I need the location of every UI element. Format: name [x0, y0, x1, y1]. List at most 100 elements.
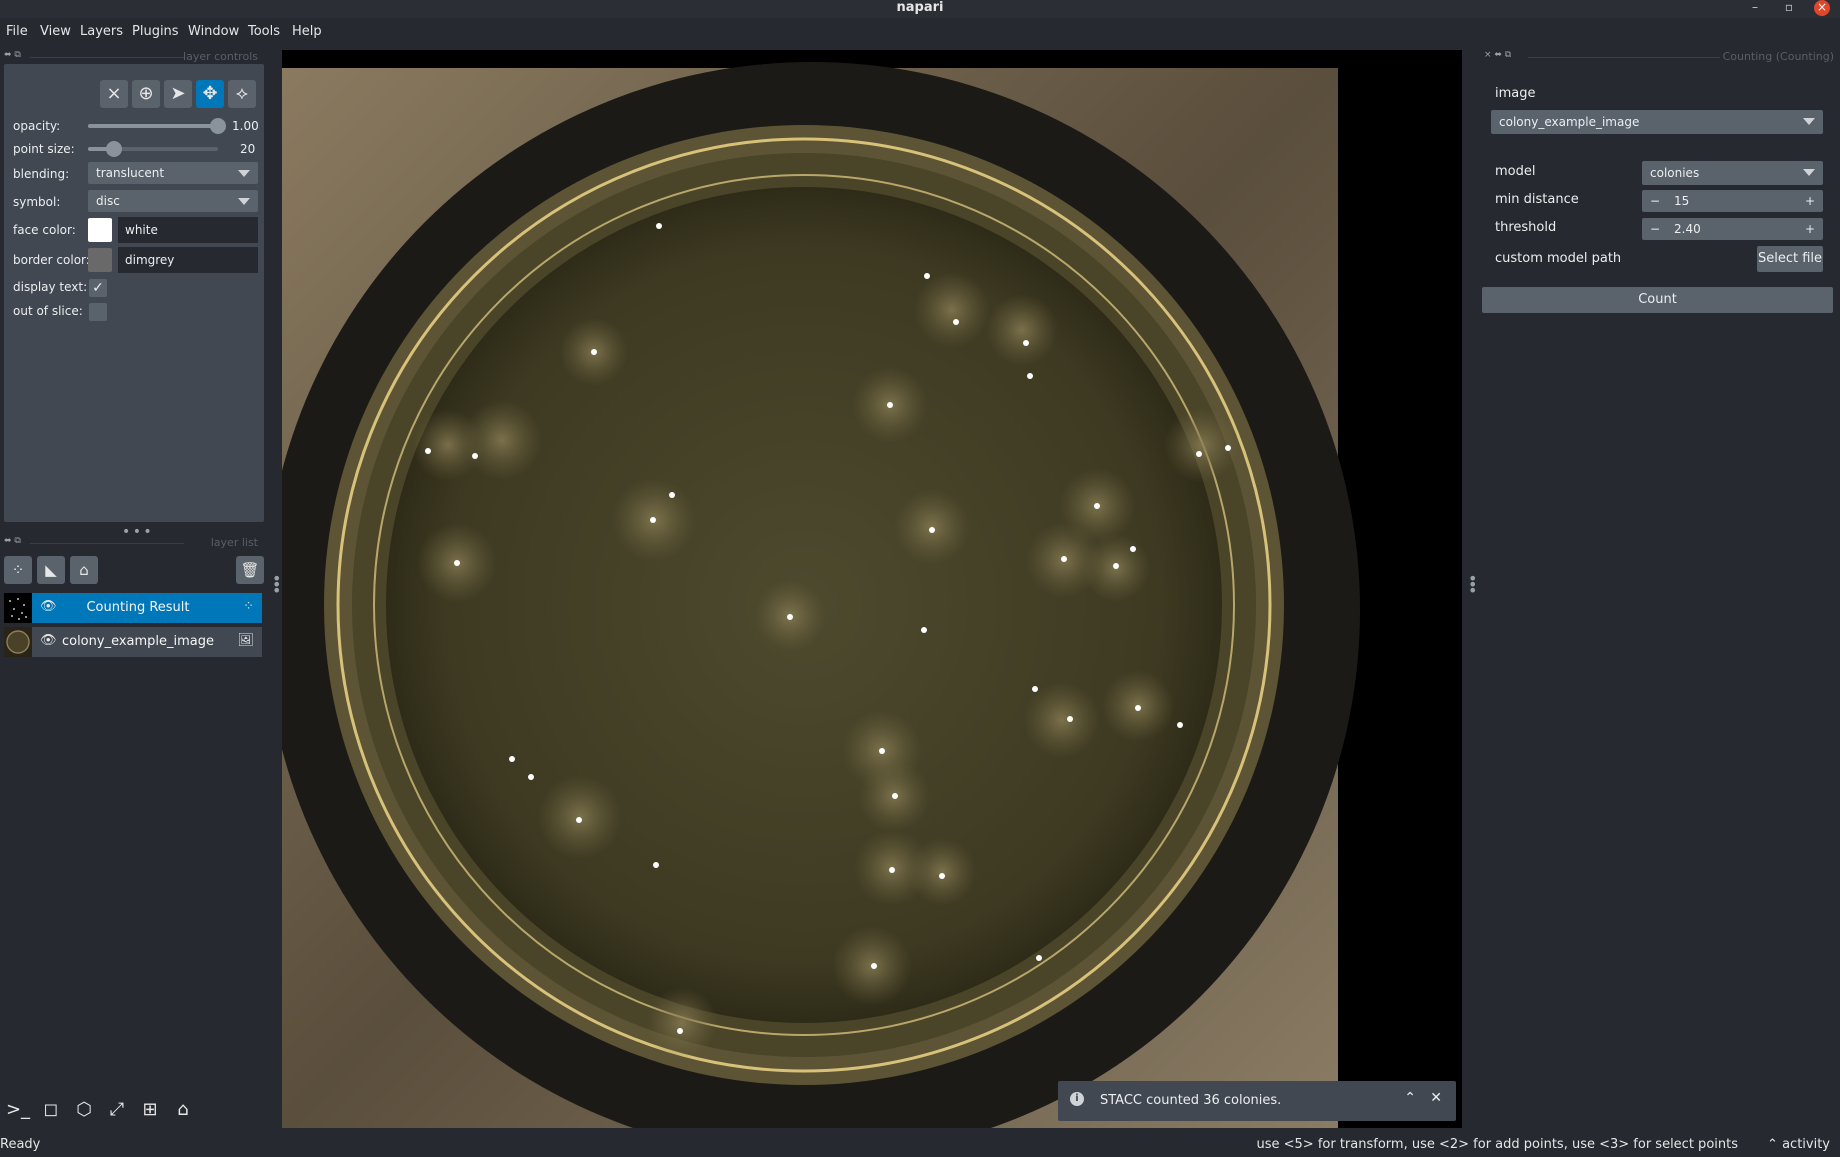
home-icon[interactable]: ⌂ [169, 1096, 197, 1124]
border-color-label: border color: [13, 253, 90, 267]
layer-name: colony_example_image [61, 634, 215, 649]
point-size-label: point size: [13, 142, 75, 156]
blending-select[interactable]: translucent [88, 162, 258, 184]
console-icon[interactable]: >_ [4, 1096, 32, 1124]
increment-button[interactable]: + [1805, 218, 1815, 240]
opacity-slider-handle[interactable] [210, 118, 226, 134]
out-of-slice-checkbox[interactable] [89, 303, 107, 321]
menu-bar: File View Layers Plugins Window Tools He… [0, 20, 1840, 46]
dock-close-icon[interactable]: × ⬌ ⧉ [1484, 50, 1511, 60]
model-label: model [1495, 164, 1536, 179]
image-select[interactable]: colony_example_image [1491, 110, 1823, 134]
layer-controls-title: layer controls [183, 50, 258, 63]
face-color-field[interactable]: white [118, 217, 258, 243]
point-size-slider[interactable] [88, 141, 218, 157]
counting-panel-title: Counting (Counting) [1722, 50, 1834, 63]
delete-layer-button[interactable]: 🗑 [236, 556, 264, 584]
dock-divider [30, 57, 184, 58]
layer-row-colony-image[interactable]: 👁 colony_example_image 🖼 [4, 627, 262, 657]
ndisplay-2d-icon[interactable]: ◻ [37, 1096, 65, 1124]
face-color-swatch[interactable] [88, 218, 112, 242]
min-distance-spinbox[interactable]: − 15 + [1642, 190, 1823, 212]
pan-zoom-button[interactable]: ✥ [196, 80, 224, 108]
opacity-label: opacity: [13, 119, 61, 133]
decrement-button[interactable]: − [1650, 190, 1660, 212]
notification-text: STACC counted 36 colonies. [1100, 1093, 1282, 1108]
custom-model-path-label: custom model path [1495, 251, 1622, 266]
point-size-slider-handle[interactable] [106, 141, 122, 157]
out-of-slice-label: out of slice: [13, 304, 83, 318]
decrement-button[interactable]: − [1650, 218, 1660, 240]
minimize-icon[interactable]: – [1746, 0, 1764, 16]
new-shapes-layer-button[interactable]: ◣ [37, 556, 65, 584]
layer-thumbnail [4, 627, 32, 657]
new-labels-layer-button[interactable]: ⌂ [70, 556, 98, 584]
symbol-select[interactable]: disc [88, 190, 258, 212]
increment-button[interactable]: + [1805, 190, 1815, 212]
counting-dock-header: × ⬌ ⧉ Counting (Counting) [1480, 50, 1840, 64]
opacity-slider[interactable] [88, 118, 226, 134]
chevron-down-icon [238, 170, 250, 177]
point-size-value: 20 [240, 142, 256, 156]
threshold-label: threshold [1495, 220, 1557, 235]
notification-toast: i STACC counted 36 colonies. ⌃ ✕ [1058, 1081, 1456, 1121]
close-window-icon[interactable]: × [1814, 0, 1830, 16]
layer-thumbnail [4, 593, 32, 623]
dock-divider [1528, 57, 1720, 58]
splitter-handle[interactable]: • • • [272, 571, 281, 599]
layer-row-counting-result[interactable]: 👁 Counting Result ⁘ [4, 593, 262, 623]
roll-dimensions-icon[interactable]: ⬡ [70, 1096, 98, 1124]
custom-model-path-field[interactable] [1642, 246, 1752, 272]
close-icon[interactable]: ✕ [1430, 1090, 1442, 1106]
layer-name: Counting Result [86, 600, 190, 615]
activity-label: activity [1782, 1137, 1830, 1152]
display-text-label: display text: [13, 280, 88, 294]
transform-button[interactable]: ⟡ [228, 80, 256, 108]
maximize-icon[interactable]: ▫ [1780, 0, 1798, 16]
new-points-layer-button[interactable]: ⁘ [4, 556, 32, 584]
model-select[interactable]: colonies [1642, 161, 1823, 185]
symbol-label: symbol: [13, 195, 61, 209]
threshold-value: 2.40 [1674, 222, 1701, 236]
image-value: colony_example_image [1499, 115, 1640, 129]
menu-file[interactable]: File [6, 24, 28, 39]
grid-icon[interactable]: ⊞ [136, 1096, 164, 1124]
menu-help[interactable]: Help [292, 24, 322, 39]
count-button[interactable]: Count [1482, 287, 1833, 313]
layer-list-dock-header: ⬌ ⧉ layer list [0, 536, 264, 550]
menu-tools[interactable]: Tools [248, 24, 280, 39]
image-label: image [1495, 86, 1536, 101]
expand-icon[interactable]: ⌃ [1404, 1090, 1416, 1106]
points-icon: ⁘ [243, 599, 254, 614]
dock-float-icon[interactable]: ⬌ ⧉ [4, 536, 21, 546]
select-points-button[interactable]: ➤ [164, 80, 192, 108]
model-value: colonies [1650, 166, 1700, 180]
threshold-spinbox[interactable]: − 2.40 + [1642, 218, 1823, 240]
transpose-icon[interactable]: ⤢ [103, 1096, 131, 1124]
dock-float-icon[interactable]: ⬌ ⧉ [4, 50, 21, 60]
add-points-button[interactable]: ⊕ [132, 80, 160, 108]
min-distance-label: min distance [1495, 192, 1579, 207]
status-bar: Ready use <5> for transform, use <2> for… [0, 1133, 1840, 1157]
delete-points-button[interactable]: × [100, 80, 128, 108]
display-text-checkbox[interactable]: ✓ [89, 279, 107, 297]
menu-view[interactable]: View [40, 24, 71, 39]
layer-controls-panel: × ⊕ ➤ ✥ ⟡ opacity: 1.00 point size: 20 b… [4, 64, 264, 522]
viewer-canvas[interactable] [264, 50, 1462, 1157]
chevron-down-icon [1803, 118, 1815, 125]
chevron-down-icon [238, 198, 250, 205]
min-distance-value: 15 [1674, 194, 1690, 208]
menu-window[interactable]: Window [188, 24, 239, 39]
border-color-field[interactable]: dimgrey [118, 247, 258, 273]
menu-plugins[interactable]: Plugins [132, 24, 179, 39]
menu-layers[interactable]: Layers [80, 24, 123, 39]
chevron-down-icon [1803, 169, 1815, 176]
opacity-value: 1.00 [232, 119, 259, 133]
select-file-button[interactable]: Select file [1757, 246, 1823, 272]
splitter-handle[interactable]: • • • [1468, 571, 1477, 599]
status-help: use <5> for transform, use <2> for add p… [1256, 1137, 1739, 1152]
border-color-swatch[interactable] [88, 248, 112, 272]
window-title: napari [896, 0, 944, 15]
blending-value: translucent [96, 166, 165, 180]
activity-button[interactable]: ⌃ activity [1767, 1137, 1830, 1152]
